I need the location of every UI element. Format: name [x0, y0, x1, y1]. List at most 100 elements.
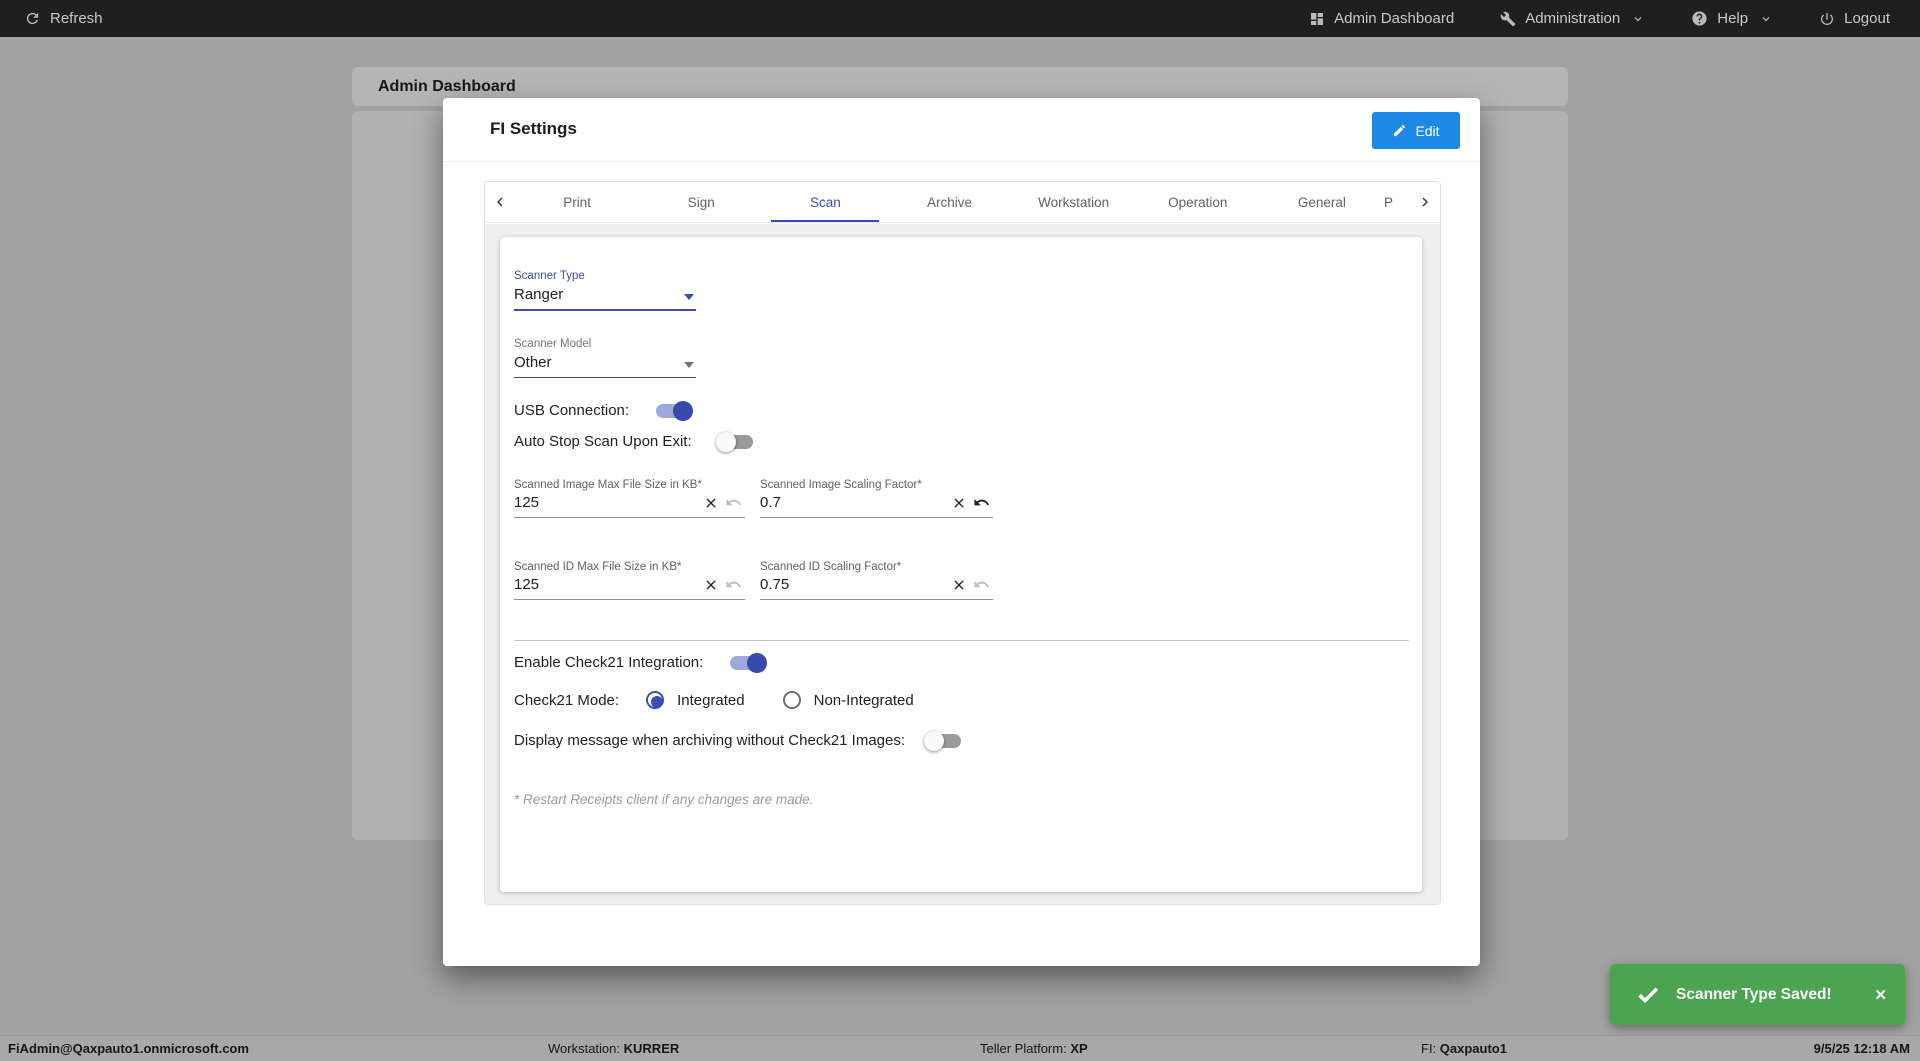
radio-button-icon — [646, 691, 664, 709]
tab-truncated[interactable]: P — [1384, 182, 1410, 222]
usb-connection-toggle[interactable] — [656, 404, 690, 418]
undo-icon — [973, 494, 990, 511]
usb-connection-row: USB Connection: — [514, 402, 690, 419]
nav-admin-dashboard[interactable]: Admin Dashboard — [1309, 10, 1454, 27]
dropdown-caret-icon — [684, 362, 694, 368]
scanned-image-scaling-field: Scanned Image Scaling Factor* — [760, 479, 993, 518]
clear-field-button[interactable] — [700, 577, 722, 593]
clear-field-button[interactable] — [948, 577, 970, 593]
check-icon — [1636, 983, 1660, 1007]
nav-logout[interactable]: Logout — [1819, 10, 1890, 27]
top-navigation-bar: Refresh Admin Dashboard Administration H… — [0, 0, 1920, 37]
scanned-image-max-size-input[interactable] — [514, 494, 700, 511]
fi-settings-modal: FI Settings Edit Print Sign Scan Archive… — [443, 98, 1480, 966]
nav-help-label: Help — [1717, 10, 1748, 27]
check21-mode-label: Check21 Mode: — [514, 692, 619, 709]
undo-icon — [973, 576, 990, 593]
undo-field-button[interactable] — [722, 494, 745, 511]
tab-bar: Print Sign Scan Archive Workstation Oper… — [485, 182, 1440, 223]
auto-stop-toggle[interactable] — [719, 435, 753, 449]
tab-operation[interactable]: Operation — [1136, 182, 1260, 222]
tabs-scroll-right-button[interactable] — [1410, 182, 1440, 222]
toggle-thumb — [673, 401, 693, 421]
topbar-right-group: Admin Dashboard Administration Help Logo… — [1309, 10, 1890, 27]
chevron-down-icon — [1759, 12, 1773, 26]
tab-archive[interactable]: Archive — [887, 182, 1011, 222]
tabs-strip: Print Sign Scan Archive Workstation Oper… — [515, 182, 1410, 222]
chevron-right-icon — [1416, 193, 1434, 211]
toggle-thumb — [716, 432, 736, 452]
edit-button-label: Edit — [1415, 123, 1439, 139]
scanner-type-value: Ranger — [514, 282, 696, 309]
radio-non-integrated[interactable]: Non-Integrated — [783, 691, 914, 709]
undo-field-button[interactable] — [970, 576, 993, 593]
status-fi: FI: Qaxpauto1 — [1421, 1041, 1507, 1056]
radio-non-integrated-label: Non-Integrated — [814, 692, 914, 709]
nav-administration-label: Administration — [1525, 10, 1620, 27]
scanner-model-value: Other — [514, 350, 696, 377]
dashboard-icon — [1309, 11, 1325, 27]
radio-integrated[interactable]: Integrated — [646, 691, 745, 709]
scanned-id-max-size-field: Scanned ID Max File Size in KB* — [514, 561, 745, 600]
edit-button[interactable]: Edit — [1372, 112, 1460, 149]
nav-logout-label: Logout — [1844, 10, 1890, 27]
refresh-button[interactable]: Refresh — [24, 10, 103, 27]
clear-x-icon — [951, 577, 967, 593]
enable-check21-row: Enable Check21 Integration: — [514, 654, 764, 671]
nav-admin-dashboard-label: Admin Dashboard — [1334, 10, 1454, 27]
status-datetime: 9/5/25 12:18 AM — [1814, 1041, 1910, 1056]
radio-button-icon — [783, 691, 801, 709]
toast-close-button[interactable]: ✕ — [1874, 986, 1887, 1004]
tab-print[interactable]: Print — [515, 182, 639, 222]
toggle-thumb — [747, 653, 767, 673]
scanned-id-max-size-label: Scanned ID Max File Size in KB* — [514, 561, 745, 573]
scanner-type-select[interactable]: Scanner Type Ranger — [514, 270, 696, 311]
power-icon — [1819, 11, 1835, 27]
status-workstation: Workstation: KURRER — [548, 1041, 679, 1056]
auto-stop-label: Auto Stop Scan Upon Exit: — [514, 433, 692, 450]
settings-tab-container: Print Sign Scan Archive Workstation Oper… — [484, 181, 1441, 905]
clear-x-icon — [703, 577, 719, 593]
background-page-title: Admin Dashboard — [378, 78, 516, 96]
status-user: FiAdmin@Qaxpauto1.onmicrosoft.com — [8, 1041, 249, 1056]
scanned-id-scaling-input[interactable] — [760, 576, 948, 593]
help-icon — [1691, 10, 1708, 27]
tab-scan[interactable]: Scan — [763, 182, 887, 222]
toast-message: Scanner Type Saved! — [1676, 986, 1874, 1004]
scanned-image-max-size-field: Scanned Image Max File Size in KB* — [514, 479, 745, 518]
tab-workstation[interactable]: Workstation — [1012, 182, 1136, 222]
status-bar: FiAdmin@Qaxpauto1.onmicrosoft.com Workst… — [0, 1035, 1920, 1061]
nav-help[interactable]: Help — [1691, 10, 1773, 27]
tab-sign[interactable]: Sign — [639, 182, 763, 222]
clear-field-button[interactable] — [948, 495, 970, 511]
refresh-icon — [24, 10, 41, 27]
undo-field-button[interactable] — [970, 494, 993, 511]
scanner-model-select[interactable]: Scanner Model Other — [514, 338, 696, 378]
undo-icon — [725, 494, 742, 511]
tab-general[interactable]: General — [1260, 182, 1384, 222]
status-teller-platform: Teller Platform: XP — [980, 1041, 1088, 1056]
scanned-image-scaling-input[interactable] — [760, 494, 948, 511]
section-divider — [514, 640, 1409, 641]
radio-integrated-label: Integrated — [677, 692, 745, 709]
restart-note: * Restart Receipts client if any changes… — [514, 792, 813, 807]
clear-x-icon — [951, 495, 967, 511]
nav-administration[interactable]: Administration — [1500, 10, 1645, 27]
scanned-image-max-size-label: Scanned Image Max File Size in KB* — [514, 479, 745, 491]
pencil-icon — [1392, 123, 1407, 138]
scanned-id-max-size-input[interactable] — [514, 576, 700, 593]
display-message-toggle[interactable] — [927, 734, 961, 748]
clear-field-button[interactable] — [700, 495, 722, 511]
wrench-icon — [1500, 11, 1516, 27]
tabs-scroll-left-button[interactable] — [485, 182, 515, 222]
modal-title: FI Settings — [490, 119, 577, 139]
check21-mode-radio-group: Integrated Non-Integrated — [646, 691, 914, 709]
toast-notification: Scanner Type Saved! ✕ — [1610, 964, 1905, 1025]
undo-field-button[interactable] — [722, 576, 745, 593]
scan-tab-content: Scanner Type Ranger Scanner Model Other — [485, 224, 1440, 904]
display-message-label: Display message when archiving without C… — [514, 732, 905, 749]
clear-x-icon — [703, 495, 719, 511]
refresh-label: Refresh — [50, 10, 103, 27]
enable-check21-toggle[interactable] — [730, 656, 764, 670]
scanner-type-label: Scanner Type — [514, 270, 696, 282]
